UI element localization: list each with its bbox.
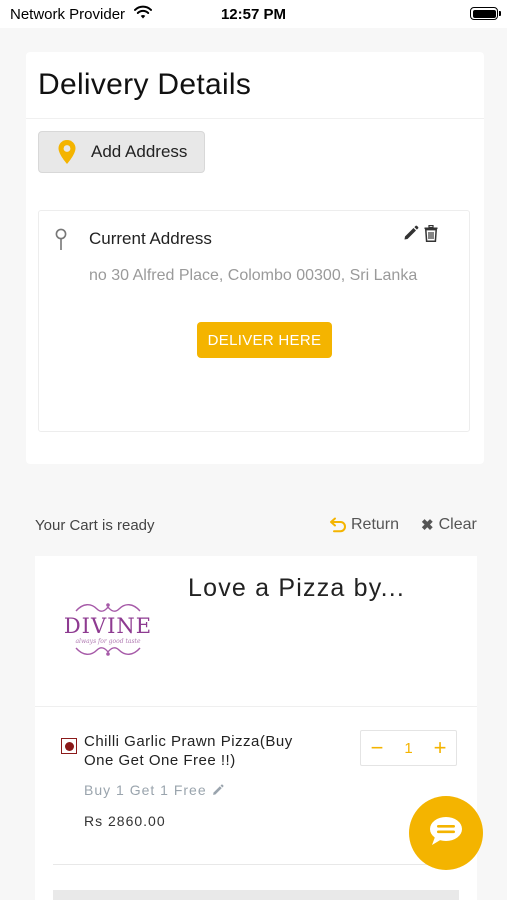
clear-label: Clear [438, 516, 477, 533]
address-title: Current Address [89, 229, 212, 248]
logo-ornament-bottom [75, 646, 141, 656]
return-label: Return [351, 516, 400, 533]
trash-icon[interactable] [424, 224, 438, 247]
battery-icon [470, 7, 501, 20]
location-pin-icon [57, 139, 77, 165]
item-offer-text: Buy 1 Get 1 Free [84, 782, 207, 798]
restaurant-name: Love a Pizza by... [188, 574, 406, 602]
item-price: Rs 2860.00 [84, 813, 166, 829]
address-text: no 30 Alfred Place, Colombo 00300, Sri L… [89, 267, 418, 284]
clock-time: 12:57 PM [220, 6, 287, 23]
divider [26, 118, 484, 119]
clear-button[interactable]: ✖ Clear [421, 516, 477, 534]
logo-tagline: always for good taste [75, 637, 141, 645]
chat-bubble-icon [427, 814, 465, 853]
add-address-label: Add Address [91, 142, 188, 161]
increase-quantity-button[interactable]: + [432, 737, 448, 759]
status-bar: Network Provider 12:57 PM [0, 0, 507, 28]
edit-pencil-icon[interactable] [403, 225, 419, 246]
page-title: Delivery Details [38, 68, 252, 101]
cart-card: DIVINE always for good taste Love a Pizz… [35, 556, 477, 900]
deliver-here-button[interactable]: DELIVER HERE [197, 322, 332, 358]
nonveg-badge-icon [61, 738, 77, 754]
item-offer[interactable]: Buy 1 Get 1 Free [84, 782, 224, 798]
decrease-quantity-button[interactable]: − [369, 737, 385, 759]
divider [35, 706, 477, 707]
return-arrow-icon [329, 517, 347, 533]
return-button[interactable]: Return [329, 516, 399, 534]
delivery-details-card: Delivery Details Add Address Current Add… [26, 52, 484, 464]
close-icon: ✖ [421, 517, 434, 534]
address-card[interactable]: Current Address no 30 Alfred Place, Colo… [38, 210, 470, 432]
cart-ready-label: Your Cart is ready [35, 517, 155, 534]
add-address-button[interactable]: Add Address [38, 131, 205, 173]
item-name: Chilli Garlic Prawn Pizza(Buy One Get On… [84, 733, 293, 769]
divider [53, 864, 459, 865]
quantity-stepper: − 1 + [360, 730, 457, 766]
logo-text: DIVINE [63, 613, 153, 638]
next-item-strip [53, 890, 459, 900]
logo-ornament-top [75, 602, 141, 612]
quantity-value: 1 [404, 739, 413, 757]
map-pin-icon [54, 228, 68, 257]
cart-header: Your Cart is ready Return ✖ Clear [35, 516, 477, 536]
edit-pencil-icon[interactable] [212, 784, 224, 796]
restaurant-logo: DIVINE always for good taste [63, 594, 153, 664]
chat-button[interactable] [409, 796, 483, 870]
